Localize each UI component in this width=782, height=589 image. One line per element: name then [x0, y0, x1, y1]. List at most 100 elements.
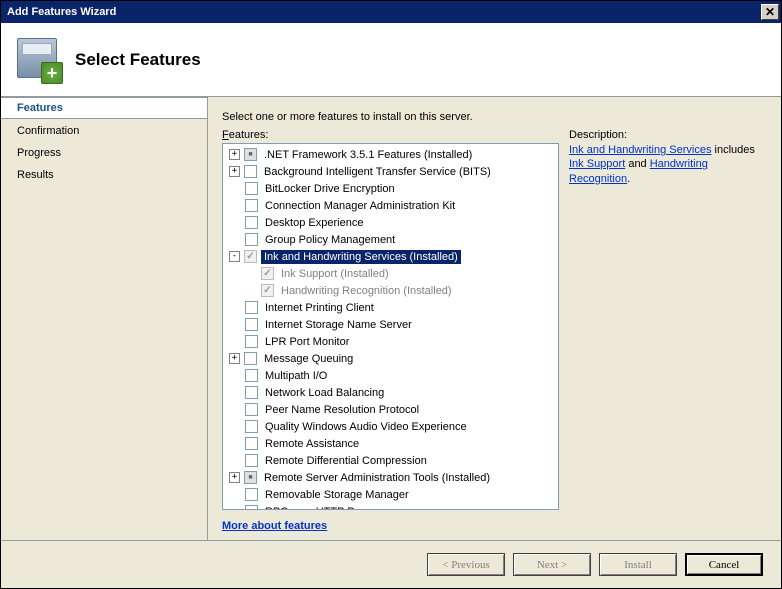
header-banner: + Select Features	[1, 23, 781, 97]
tree-node[interactable]: Peer Name Resolution Protocol	[223, 401, 558, 418]
description-text: Ink and Handwriting Services includes In…	[569, 143, 767, 186]
tree-node-label[interactable]: Connection Manager Administration Kit	[262, 199, 458, 213]
sidebar: FeaturesConfirmationProgressResults	[1, 97, 208, 540]
tree-node[interactable]: LPR Port Monitor	[223, 333, 558, 350]
checkbox[interactable]	[245, 301, 258, 314]
tree-node-label[interactable]: Ink and Handwriting Services (Installed)	[261, 250, 461, 264]
checkbox[interactable]	[245, 199, 258, 212]
window-title: Add Features Wizard	[7, 6, 116, 18]
tree-node-label[interactable]: Remote Server Administration Tools (Inst…	[261, 471, 493, 485]
expand-icon[interactable]: +	[229, 472, 240, 483]
checkbox[interactable]	[245, 233, 258, 246]
sidebar-item-confirmation[interactable]: Confirmation	[1, 121, 207, 141]
tree-node-label[interactable]: BitLocker Drive Encryption	[262, 182, 398, 196]
description-label: Description:	[569, 129, 767, 141]
expand-icon[interactable]: +	[229, 166, 240, 177]
tree-node-label[interactable]: Ink Support (Installed)	[278, 267, 392, 281]
tree-node[interactable]: - Ink and Handwriting Services (Installed…	[223, 248, 558, 265]
tree-node-label[interactable]: Removable Storage Manager	[262, 488, 412, 502]
tree-node[interactable]: Internet Storage Name Server	[223, 316, 558, 333]
tree-node[interactable]: Network Load Balancing	[223, 384, 558, 401]
checkbox[interactable]	[244, 352, 257, 365]
tree-node-label[interactable]: Group Policy Management	[262, 233, 398, 247]
wizard-icon: +	[15, 36, 63, 84]
close-icon: ✕	[765, 5, 775, 19]
next-button[interactable]: Next >	[513, 553, 591, 576]
link-ink-support[interactable]: Ink Support	[569, 158, 625, 170]
tree-node[interactable]: Remote Assistance	[223, 435, 558, 452]
checkbox	[261, 267, 274, 280]
checkbox[interactable]	[245, 403, 258, 416]
checkbox[interactable]	[245, 216, 258, 229]
close-button[interactable]: ✕	[761, 4, 779, 20]
checkbox[interactable]	[245, 369, 258, 382]
features-tree[interactable]: + .NET Framework 3.5.1 Features (Installe…	[222, 143, 559, 510]
description-column: Description: Ink and Handwriting Service…	[569, 129, 767, 532]
tree-node-label[interactable]: Peer Name Resolution Protocol	[262, 403, 422, 417]
collapse-icon[interactable]: -	[229, 251, 240, 262]
checkbox[interactable]	[245, 505, 258, 510]
main-content: Select one or more features to install o…	[208, 97, 781, 540]
sidebar-item-features[interactable]: Features	[1, 97, 207, 119]
checkbox[interactable]	[244, 148, 257, 161]
checkbox[interactable]	[245, 386, 258, 399]
tree-node[interactable]: BitLocker Drive Encryption	[223, 180, 558, 197]
features-label: Features:	[222, 129, 559, 141]
tree-node-label[interactable]: Background Intelligent Transfer Service …	[261, 165, 494, 179]
checkbox[interactable]	[245, 437, 258, 450]
page-title: Select Features	[75, 50, 201, 70]
instruction-text: Select one or more features to install o…	[222, 111, 767, 123]
tree-node[interactable]: Group Policy Management	[223, 231, 558, 248]
checkbox[interactable]	[245, 420, 258, 433]
expand-icon[interactable]: +	[229, 353, 240, 364]
tree-node-label[interactable]: Remote Differential Compression	[262, 454, 430, 468]
link-ink-handwriting-services[interactable]: Ink and Handwriting Services	[569, 144, 711, 156]
plus-icon: +	[41, 62, 63, 84]
checkbox	[244, 250, 257, 263]
tree-node-label[interactable]: Internet Storage Name Server	[262, 318, 415, 332]
tree-node[interactable]: + .NET Framework 3.5.1 Features (Installe…	[223, 146, 558, 163]
tree-node[interactable]: Ink Support (Installed)	[223, 265, 558, 282]
install-button[interactable]: Install	[599, 553, 677, 576]
tree-node[interactable]: Connection Manager Administration Kit	[223, 197, 558, 214]
checkbox[interactable]	[245, 182, 258, 195]
tree-node[interactable]: Internet Printing Client	[223, 299, 558, 316]
checkbox[interactable]	[245, 335, 258, 348]
features-column: Features: + .NET Framework 3.5.1 Features…	[222, 129, 559, 532]
columns: Features: + .NET Framework 3.5.1 Features…	[222, 129, 767, 532]
tree-node-label[interactable]: Internet Printing Client	[262, 301, 377, 315]
tree-node[interactable]: Desktop Experience	[223, 214, 558, 231]
tree-node-label[interactable]: Handwriting Recognition (Installed)	[278, 284, 455, 298]
checkbox[interactable]	[245, 488, 258, 501]
footer: < Previous Next > Install Cancel	[1, 540, 781, 588]
tree-node[interactable]: Multipath I/O	[223, 367, 558, 384]
cancel-button[interactable]: Cancel	[685, 553, 763, 576]
tree-node[interactable]: Removable Storage Manager	[223, 486, 558, 503]
tree-node[interactable]: + Background Intelligent Transfer Service…	[223, 163, 558, 180]
tree-node[interactable]: + Message Queuing	[223, 350, 558, 367]
tree-node-label[interactable]: Remote Assistance	[262, 437, 362, 451]
more-about-features-link[interactable]: More about features	[222, 520, 559, 532]
checkbox[interactable]	[245, 318, 258, 331]
tree-node[interactable]: Remote Differential Compression	[223, 452, 558, 469]
tree-node-label[interactable]: RPC over HTTP Proxy	[262, 505, 378, 511]
wizard-window: Add Features Wizard ✕ + Select Features …	[0, 0, 782, 589]
tree-node-label[interactable]: Message Queuing	[261, 352, 356, 366]
checkbox[interactable]	[244, 471, 257, 484]
checkbox[interactable]	[245, 454, 258, 467]
sidebar-item-progress[interactable]: Progress	[1, 143, 207, 163]
tree-node[interactable]: Quality Windows Audio Video Experience	[223, 418, 558, 435]
tree-node[interactable]: + Remote Server Administration Tools (Ins…	[223, 469, 558, 486]
previous-button[interactable]: < Previous	[427, 553, 505, 576]
tree-node-label[interactable]: Quality Windows Audio Video Experience	[262, 420, 470, 434]
tree-node[interactable]: Handwriting Recognition (Installed)	[223, 282, 558, 299]
sidebar-item-results[interactable]: Results	[1, 165, 207, 185]
tree-node-label[interactable]: Multipath I/O	[262, 369, 330, 383]
tree-node-label[interactable]: LPR Port Monitor	[262, 335, 352, 349]
tree-node[interactable]: RPC over HTTP Proxy	[223, 503, 558, 510]
tree-node-label[interactable]: .NET Framework 3.5.1 Features (Installed…	[261, 148, 475, 162]
expand-icon[interactable]: +	[229, 149, 240, 160]
tree-node-label[interactable]: Network Load Balancing	[262, 386, 387, 400]
tree-node-label[interactable]: Desktop Experience	[262, 216, 366, 230]
checkbox[interactable]	[244, 165, 257, 178]
